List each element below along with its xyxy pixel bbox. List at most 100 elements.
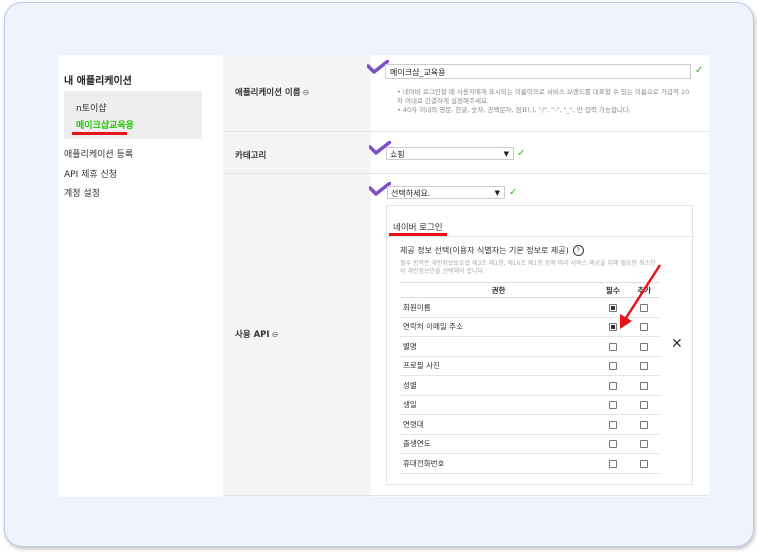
permission-name: 회원이름 <box>400 297 598 318</box>
api-permission-box: 네이버 로그인 제공 정보 선택(이용자 식별자는 기본 정보로 제공)? 필수… <box>386 205 693 485</box>
permission-name: 연령대 <box>400 414 598 435</box>
app-list: n토이샵 메이크샵교육용 <box>64 91 202 139</box>
table-row: 회원이름 <box>400 297 660 318</box>
required-checkbox[interactable] <box>608 459 617 468</box>
app-name-note: 네이버 로그인할 때 사용자에게 표시되는 이름이므로 서비스 브랜드를 대표할… <box>397 88 691 106</box>
required-cell <box>597 395 629 415</box>
api-label: 사용 API ⊖ <box>235 328 278 340</box>
column-header-required: 필수 <box>597 282 629 298</box>
category-select-value: 쇼핑 <box>390 150 405 159</box>
sidebar-item-register-app[interactable]: 애플리케이션 등록 <box>64 147 133 160</box>
required-cell <box>597 434 629 454</box>
api-select[interactable]: 선택하세요. ▼ <box>387 186 505 199</box>
valid-check-icon: ✓ <box>695 65 704 76</box>
developer-console-panel: 내 애플리케이션 n토이샵 메이크샵교육용 애플리케이션 등록 API 제휴 신… <box>59 55 709 497</box>
permission-name: 성별 <box>400 375 598 396</box>
permission-name: 생일 <box>400 395 598 415</box>
table-row: 성별 <box>400 375 660 396</box>
divider <box>223 173 709 174</box>
provide-info-title: 제공 정보 선택(이용자 식별자는 기본 정보로 제공)? <box>400 245 584 256</box>
permission-table: 권한 필수 추가 회원이름 연락처 이메일 주소 별명 프로필 사진 성별 생일 연령대 출생… <box>400 282 660 474</box>
tab-divider <box>387 236 692 237</box>
extra-checkbox[interactable] <box>640 440 649 449</box>
permission-name: 프로필 사진 <box>400 356 598 376</box>
extra-cell <box>628 336 660 357</box>
triangle-down-icon: ▼ <box>503 150 509 158</box>
table-row: 연락처 이메일 주소 <box>400 317 660 337</box>
extra-checkbox[interactable] <box>640 362 649 371</box>
extra-cell <box>628 414 660 435</box>
permission-name: 연락처 이메일 주소 <box>400 317 598 337</box>
valid-check-icon: ✓ <box>509 187 518 198</box>
provide-info-title-text: 제공 정보 선택(이용자 식별자는 기본 정보로 제공) <box>400 246 569 255</box>
required-checkbox[interactable] <box>608 303 617 312</box>
api-select-value: 선택하세요. <box>391 189 431 198</box>
app-name-note: 40자 이내의 영문, 한글, 숫자, 공백문자, 점표(.), "/", "-… <box>397 106 691 115</box>
required-cell <box>597 453 629 474</box>
annotation-underline <box>72 132 127 135</box>
category-label: 카테고리 <box>235 151 267 161</box>
app-item-makeshop-edu[interactable]: 메이크샵교육용 <box>76 118 134 131</box>
permission-name: 출생연도 <box>400 434 598 454</box>
permission-name: 휴대전화번호 <box>400 453 598 474</box>
provide-info-note: 필수 항목은 개인정보보호법 제3조 제1항, 제16조 제1항 등에 따라 서… <box>400 260 656 275</box>
sidebar-title: 내 애플리케이션 <box>64 76 132 87</box>
app-name-notes: 네이버 로그인할 때 사용자에게 표시되는 이름이므로 서비스 브랜드를 대표할… <box>397 88 691 115</box>
extra-cell <box>628 453 660 474</box>
extra-cell <box>628 375 660 396</box>
required-checkbox[interactable] <box>608 342 617 351</box>
extra-checkbox[interactable] <box>640 342 649 351</box>
sidebar-item-api-partnership[interactable]: API 제휴 신청 <box>64 167 117 180</box>
app-name-label: 애플리케이션 이름 ⊖ <box>235 86 309 98</box>
extra-checkbox[interactable] <box>640 381 649 390</box>
table-row: 출생연도 <box>400 434 660 454</box>
link-icon: ⊖ <box>302 88 310 97</box>
required-cell <box>597 336 629 357</box>
extra-cell <box>628 317 660 337</box>
required-cell <box>597 375 629 396</box>
app-item-ntoyshop[interactable]: n토이샵 <box>76 101 107 114</box>
required-cell <box>597 414 629 435</box>
required-cell <box>597 317 629 337</box>
sidebar-item-account-settings[interactable]: 계정 설정 <box>64 186 100 199</box>
table-row: 연령대 <box>400 414 660 435</box>
table-row: 별명 <box>400 336 660 357</box>
api-label-text: 사용 API <box>235 330 270 340</box>
required-checkbox[interactable] <box>608 440 617 449</box>
sidebar: 내 애플리케이션 n토이샵 메이크샵교육용 애플리케이션 등록 API 제휴 신… <box>59 55 223 497</box>
table-row: 생일 <box>400 395 660 415</box>
window-frame: 내 애플리케이션 n토이샵 메이크샵교육용 애플리케이션 등록 API 제휴 신… <box>4 2 754 547</box>
required-checkbox[interactable] <box>608 323 617 332</box>
triangle-down-icon: ▼ <box>494 189 500 197</box>
extra-checkbox[interactable] <box>640 323 649 332</box>
label-column <box>223 55 371 497</box>
extra-checkbox[interactable] <box>640 401 649 410</box>
column-header-permission: 권한 <box>400 282 598 298</box>
extra-cell <box>628 434 660 454</box>
extra-cell <box>628 395 660 415</box>
required-checkbox[interactable] <box>608 362 617 371</box>
close-icon[interactable]: ✕ <box>671 336 683 352</box>
table-row: 프로필 사진 <box>400 356 660 376</box>
help-icon[interactable]: ? <box>572 245 584 256</box>
app-name-label-text: 애플리케이션 이름 <box>235 88 301 98</box>
valid-check-icon: ✓ <box>517 148 526 159</box>
column-header-extra: 추가 <box>628 282 660 298</box>
divider <box>223 495 709 496</box>
required-checkbox[interactable] <box>608 420 617 429</box>
divider <box>223 131 709 132</box>
app-settings-form: 애플리케이션 이름⊖ 메이크샵_교육용 ✓ 네이버 로그인할 때 사용자에게 표… <box>223 55 709 497</box>
required-checkbox[interactable] <box>608 401 617 410</box>
table-row: 휴대전화번호 <box>400 453 660 474</box>
extra-checkbox[interactable] <box>640 420 649 429</box>
category-select[interactable]: 쇼핑 ▼ <box>386 147 514 160</box>
extra-checkbox[interactable] <box>640 303 649 312</box>
extra-checkbox[interactable] <box>640 459 649 468</box>
tab-naver-login[interactable]: 네이버 로그인 <box>393 221 443 233</box>
required-checkbox[interactable] <box>608 381 617 390</box>
required-cell <box>597 297 629 318</box>
app-name-input[interactable]: 메이크샵_교육용 <box>385 64 691 79</box>
permission-name: 별명 <box>400 336 598 357</box>
required-cell <box>597 356 629 376</box>
extra-cell <box>628 356 660 376</box>
